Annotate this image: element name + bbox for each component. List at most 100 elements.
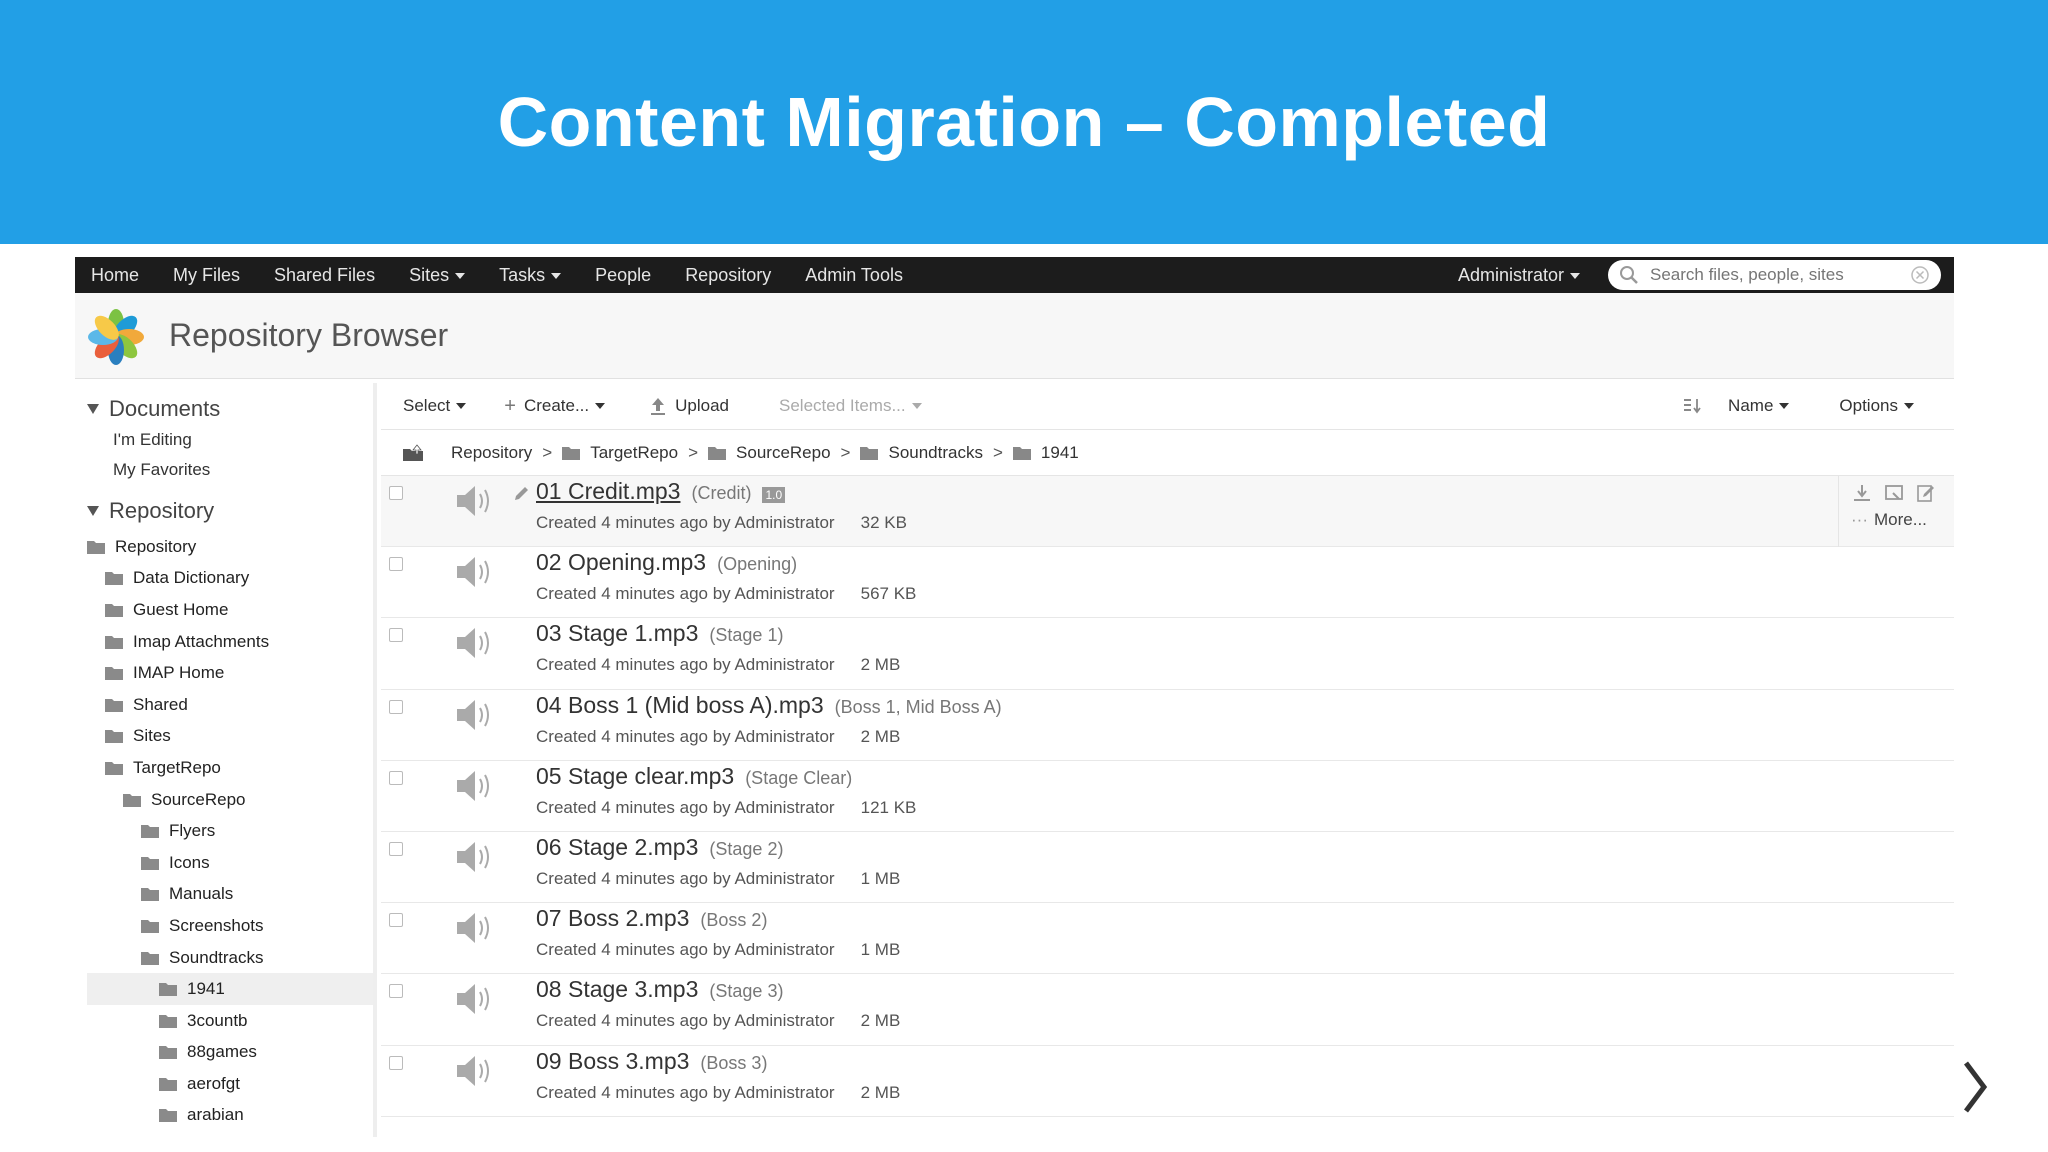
- tree-item[interactable]: TargetRepo: [75, 752, 373, 784]
- tree-item[interactable]: aerofgt: [75, 1068, 373, 1100]
- row-checkbox[interactable]: [389, 770, 403, 785]
- nav-sites[interactable]: Sites: [392, 265, 482, 286]
- row-checkbox[interactable]: [389, 628, 403, 643]
- folder-icon: [159, 1014, 177, 1028]
- file-row[interactable]: 06 Stage 2.mp3 (Stage 2) Created 4 minutes…: [381, 832, 1954, 904]
- tree-item[interactable]: arabian: [75, 1100, 373, 1132]
- tree-item[interactable]: Icons: [75, 847, 373, 879]
- edit-name-icon[interactable]: [512, 485, 530, 503]
- tree-item[interactable]: Shared: [75, 689, 373, 721]
- folder-icon: [1012, 446, 1031, 460]
- row-checkbox[interactable]: [389, 841, 403, 856]
- tree-item[interactable]: 1941: [87, 973, 373, 1005]
- tree-item[interactable]: Flyers: [75, 815, 373, 847]
- file-row[interactable]: 09 Boss 3.mp3 (Boss 3) Created 4 minutes a…: [381, 1046, 1954, 1117]
- row-checkbox[interactable]: [389, 1055, 403, 1070]
- file-name-link[interactable]: 09 Boss 3.mp3: [536, 1048, 689, 1075]
- sidebar-section-documents[interactable]: Documents: [87, 393, 373, 425]
- upload-button[interactable]: Upload: [649, 396, 729, 416]
- file-created-info: Created 4 minutes ago by Administrator: [536, 513, 835, 532]
- create-menu-button[interactable]: + Create...: [504, 395, 606, 418]
- sidebar-link-im-editing[interactable]: I'm Editing: [113, 425, 373, 455]
- nav-tasks[interactable]: Tasks: [482, 265, 578, 286]
- file-name-link[interactable]: 08 Stage 3.mp3: [536, 976, 698, 1003]
- file-name-link[interactable]: 05 Stage clear.mp3: [536, 763, 734, 790]
- nav-home[interactable]: Home: [75, 265, 156, 286]
- row-checkbox[interactable]: [389, 913, 403, 928]
- file-name-line: 06 Stage 2.mp3 (Stage 2): [536, 834, 783, 861]
- folder-icon: [105, 635, 123, 649]
- row-checkbox[interactable]: [389, 486, 403, 500]
- breadcrumb-sourcerepo[interactable]: SourceRepo: [708, 443, 831, 463]
- sidebar-section-repository[interactable]: Repository: [87, 495, 373, 527]
- nav-people[interactable]: People: [578, 265, 668, 286]
- sidebar-section-label: Documents: [109, 396, 221, 421]
- audio-file-icon: [457, 770, 489, 801]
- row-checkbox[interactable]: [389, 699, 403, 714]
- clear-search-icon[interactable]: [1909, 264, 1931, 286]
- breadcrumb-soundtracks[interactable]: Soundtracks: [860, 443, 983, 463]
- file-row[interactable]: 05 Stage clear.mp3 (Stage Clear) Created 4…: [381, 761, 1954, 832]
- tree-item[interactable]: Data Dictionary: [75, 563, 373, 595]
- tree-item[interactable]: SourceRepo: [75, 784, 373, 816]
- tree-item[interactable]: Manuals: [75, 879, 373, 911]
- file-size: 2 MB: [860, 1082, 901, 1102]
- tree-item[interactable]: 88games: [75, 1037, 373, 1069]
- options-menu[interactable]: Options: [1839, 396, 1914, 416]
- folder-icon: [141, 856, 159, 870]
- sidebar-link-my-favorites[interactable]: My Favorites: [113, 455, 373, 485]
- nav-admin-tools[interactable]: Admin Tools: [788, 265, 920, 286]
- row-checkbox[interactable]: [389, 984, 403, 999]
- download-icon[interactable]: [1851, 482, 1873, 504]
- tree-item[interactable]: Screenshots: [75, 910, 373, 942]
- chevron-down-icon: [595, 403, 606, 409]
- file-name-link[interactable]: 01 Credit.mp3: [536, 478, 680, 505]
- sort-field-menu[interactable]: Name: [1728, 396, 1790, 416]
- tree-item[interactable]: Imap Attachments: [75, 626, 373, 658]
- file-name-link[interactable]: 03 Stage 1.mp3: [536, 620, 698, 647]
- file-created-info: Created 4 minutes ago by Administrator: [536, 797, 835, 817]
- breadcrumb-1941[interactable]: 1941: [1012, 443, 1079, 463]
- tree-item[interactable]: Soundtracks: [75, 942, 373, 974]
- file-name-link[interactable]: 07 Boss 2.mp3: [536, 905, 689, 932]
- breadcrumb: Repository > TargetRepo > SourceRepo > S…: [381, 430, 1954, 476]
- user-menu[interactable]: Administrator: [1458, 265, 1580, 286]
- file-name-link[interactable]: 06 Stage 2.mp3: [536, 834, 698, 861]
- edit-properties-icon[interactable]: [1915, 482, 1937, 504]
- file-row[interactable]: 04 Boss 1 (Mid boss A).mp3 (Boss 1, Mid B…: [381, 690, 1954, 761]
- file-name-link[interactable]: 04 Boss 1 (Mid boss A).mp3: [536, 692, 824, 719]
- folder-icon: [87, 540, 105, 554]
- nav-repository[interactable]: Repository: [668, 265, 788, 286]
- tree-item[interactable]: 3countb: [75, 1005, 373, 1037]
- file-name-link[interactable]: 02 Opening.mp3: [536, 549, 706, 576]
- tree-item[interactable]: Repository: [75, 531, 373, 563]
- sort-field-label: Name: [1728, 396, 1774, 415]
- row-checkbox[interactable]: [389, 557, 403, 572]
- document-list-panel: Select + Create... Upload Selected Items…: [381, 383, 1954, 1137]
- file-row[interactable]: 02 Opening.mp3 (Opening) Created 4 minutes…: [381, 547, 1954, 619]
- file-row[interactable]: 03 Stage 1.mp3 (Stage 1) Created 4 minutes…: [381, 618, 1954, 690]
- nav-my-files[interactable]: My Files: [156, 265, 257, 286]
- more-actions-button[interactable]: ··· More...: [1851, 510, 1954, 530]
- parent-folder-icon[interactable]: [401, 443, 425, 463]
- file-row[interactable]: 08 Stage 3.mp3 (Stage 3) Created 4 minutes…: [381, 974, 1954, 1046]
- view-in-browser-icon[interactable]: [1883, 482, 1905, 504]
- file-row[interactable]: 01 Credit.mp3 (Credit) 1.0 Created 4 minute…: [381, 476, 1954, 548]
- selected-items-menu[interactable]: Selected Items...: [779, 396, 922, 416]
- nav-right: Administrator: [1458, 257, 1954, 293]
- next-slide-arrow-icon[interactable]: [1960, 1057, 1990, 1117]
- breadcrumb-targetrepo[interactable]: TargetRepo: [562, 443, 678, 463]
- audio-file-icon: [457, 486, 489, 516]
- search-input[interactable]: [1650, 265, 1909, 285]
- select-menu-button[interactable]: Select: [403, 396, 467, 416]
- nav-shared-files[interactable]: Shared Files: [257, 265, 392, 286]
- file-name-line: 09 Boss 3.mp3 (Boss 3): [536, 1048, 767, 1075]
- folder-icon: [708, 446, 727, 460]
- search-box[interactable]: [1608, 260, 1941, 290]
- tree-item[interactable]: Guest Home: [75, 594, 373, 626]
- tree-item[interactable]: Sites: [75, 721, 373, 753]
- sort-direction-icon[interactable]: [1682, 396, 1704, 416]
- tree-item[interactable]: IMAP Home: [75, 657, 373, 689]
- file-row[interactable]: 07 Boss 2.mp3 (Boss 2) Created 4 minutes a…: [381, 903, 1954, 975]
- breadcrumb-repository[interactable]: Repository: [451, 443, 532, 463]
